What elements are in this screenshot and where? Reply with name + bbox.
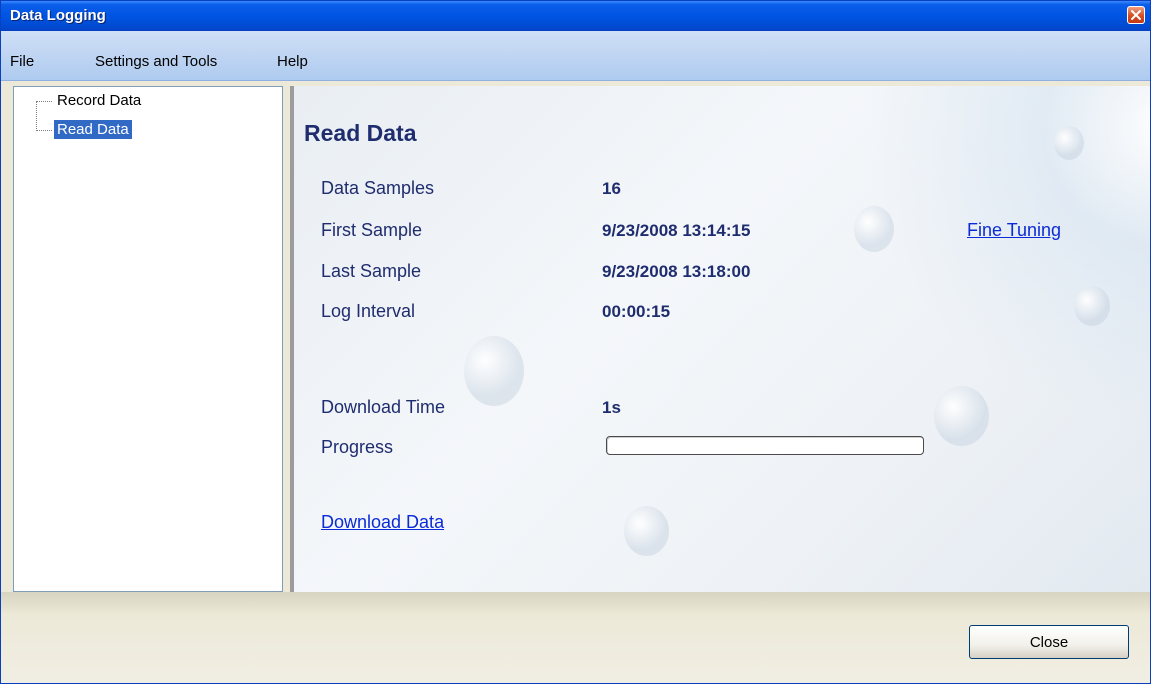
progress-label: Progress [321,437,394,457]
menu-help[interactable]: Help [277,53,308,70]
background-droplet [464,336,524,406]
last-sample-value: 9/23/2008 13:18:00 [602,262,751,281]
download-data-link[interactable]: Download Data [321,512,444,533]
background-droplet [1074,286,1110,326]
first-sample-value: 9/23/2008 13:14:15 [602,221,751,240]
first-sample-label: First Sample [321,220,423,240]
data-samples-value: 16 [602,179,621,198]
log-interval-value: 00:00:15 [602,302,671,321]
download-time-label: Download Time [321,397,446,417]
close-window-button[interactable] [1127,6,1145,24]
last-sample-label: Last Sample [321,261,422,281]
download-progress-bar [606,436,924,455]
tree-connector [36,101,37,131]
data-samples-label: Data Samples [321,178,435,198]
menu-settings-and-tools[interactable]: Settings and Tools [95,53,217,70]
tree-connector [36,101,52,102]
fine-tuning-link[interactable]: Fine Tuning [967,220,1061,241]
close-icon [1131,10,1141,20]
background-droplet [934,386,989,446]
close-button[interactable]: Close [969,625,1129,659]
background-droplet [1054,126,1084,160]
tree-item-record-data[interactable]: Record Data [54,91,144,110]
button-bar: Close [1,592,1150,683]
download-time-value: 1s [602,398,621,417]
background-droplet [854,206,894,252]
page-title: Read Data [304,120,417,146]
title-bar[interactable]: Data Logging [1,1,1150,31]
tree-item-read-data[interactable]: Read Data [54,120,132,139]
menu-file[interactable]: File [10,53,34,70]
log-interval-label: Log Interval [321,301,416,321]
tree-connector [36,130,52,131]
menu-bar: File Settings and Tools Help [1,31,1150,81]
window-title: Data Logging [10,7,106,24]
navigation-tree: Record Data Read Data [13,86,283,592]
background-droplet [624,506,669,556]
read-data-panel: Read Data Data Samples 16 First Sample 9… [290,86,1150,592]
data-logging-window: Data Logging File Settings and Tools Hel… [0,0,1151,684]
